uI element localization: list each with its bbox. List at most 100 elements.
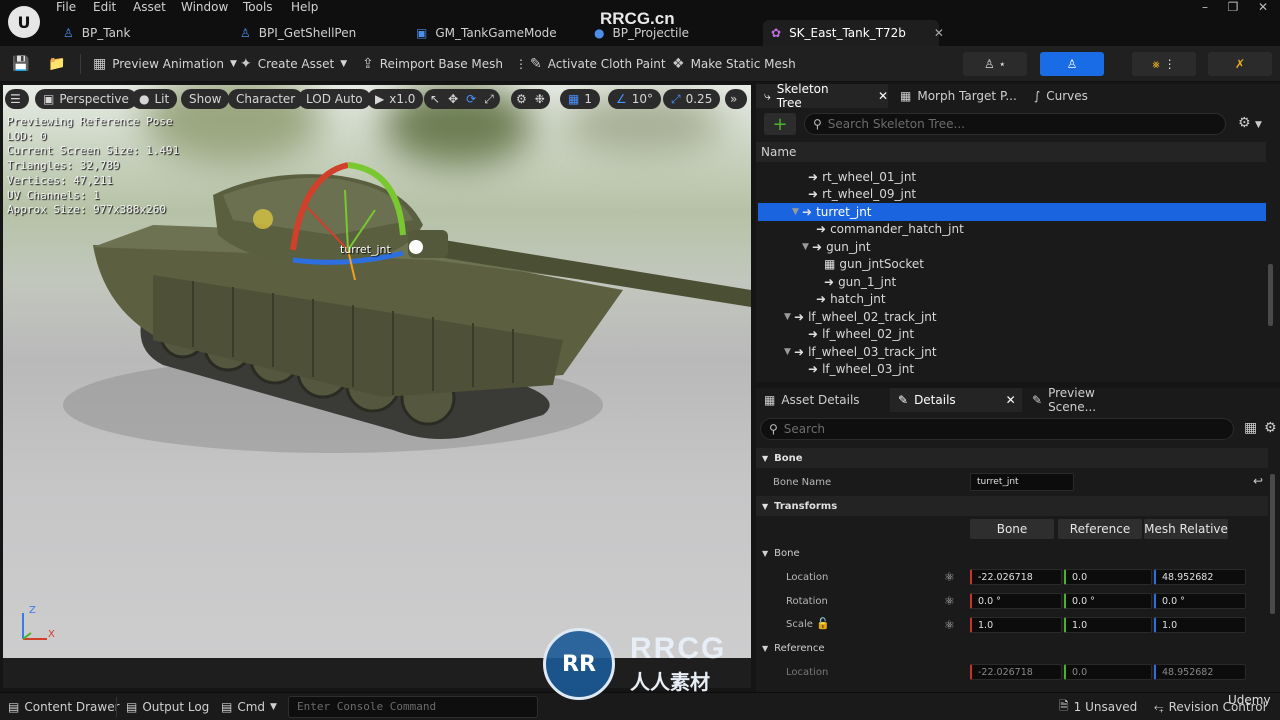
transform-space-icon[interactable]: ⚛ bbox=[944, 594, 955, 608]
tab-skeleton-tree[interactable]: ⤷ Skeleton Tree ✕ bbox=[756, 82, 888, 110]
details-search-input[interactable]: ⚲ Search bbox=[760, 418, 1234, 440]
grid-snap-button[interactable]: ▦ 1 bbox=[560, 89, 600, 109]
camera-speed-icon[interactable]: ⚙ bbox=[516, 92, 527, 106]
bone-name-field[interactable]: turret_jnt bbox=[970, 473, 1074, 491]
scale-x-field[interactable]: 1.0 bbox=[970, 617, 1062, 633]
expand-arrow-icon[interactable]: ▼ bbox=[802, 242, 812, 252]
character-button[interactable]: Character bbox=[228, 89, 304, 109]
scrollbar[interactable] bbox=[1270, 474, 1275, 614]
preview-viewport[interactable]: turret_jnt ☰ ▣ Perspective ● Lit Show Char… bbox=[3, 85, 751, 658]
save-icon[interactable]: 💾 bbox=[12, 53, 29, 75]
tree-row[interactable]: ➜ hatch_jnt bbox=[758, 291, 1266, 309]
settings-gear-icon[interactable]: ⚙ bbox=[1264, 420, 1277, 436]
rotation-y-field[interactable]: 0.0 ° bbox=[1064, 593, 1152, 609]
tab-asset-details[interactable]: ▦ Asset Details bbox=[756, 388, 886, 412]
coordinate-space-icon[interactable]: ❉ bbox=[535, 92, 545, 106]
maximize-icon[interactable]: ❐ bbox=[1218, 0, 1248, 16]
activate-cloth-paint-button[interactable]: ✎ Activate Cloth Paint bbox=[530, 53, 666, 75]
reimport-base-mesh-button[interactable]: ⇪ Reimport Base Mesh ⋮ bbox=[362, 53, 527, 75]
subcategory-reference[interactable]: ▼ Reference bbox=[756, 638, 1268, 658]
skeleton-mode-button[interactable]: ♙ ⋆ bbox=[963, 52, 1027, 76]
scale-y-field[interactable]: 1.0 bbox=[1064, 617, 1152, 633]
scale-icon[interactable]: ⤢ bbox=[484, 92, 494, 107]
column-header-name[interactable]: Name bbox=[756, 142, 1266, 162]
make-static-mesh-button[interactable]: ❖ Make Static Mesh bbox=[672, 53, 796, 75]
settings-mode-button[interactable]: ✗ bbox=[1208, 52, 1272, 76]
play-rate-button[interactable]: ▶ x1.0 bbox=[367, 89, 424, 109]
cmd-button[interactable]: ▤ Cmd ▼ bbox=[221, 698, 277, 716]
output-log-button[interactable]: ▤ Output Log bbox=[126, 698, 209, 716]
menu-edit[interactable]: Edit bbox=[93, 0, 116, 16]
lock-icon[interactable]: 🔓 bbox=[816, 617, 830, 630]
viewport-menu-button[interactable]: ☰ bbox=[5, 89, 29, 109]
lit-button[interactable]: ● Lit bbox=[131, 89, 178, 109]
rotate-icon[interactable]: ⟳ bbox=[466, 92, 476, 106]
expand-arrow-icon[interactable]: ▼ bbox=[784, 312, 794, 322]
tab-preview-scene[interactable]: ✎ Preview Scene... bbox=[1024, 386, 1144, 414]
tree-row[interactable]: ▦ gun_jntSocket bbox=[758, 256, 1266, 274]
tree-row[interactable]: ➜ rt_wheel_09_jnt bbox=[758, 186, 1266, 204]
select-icon[interactable]: ↖ bbox=[430, 92, 440, 106]
space-reference-button[interactable]: Reference bbox=[1058, 519, 1142, 539]
menu-window[interactable]: Window bbox=[181, 0, 228, 16]
tree-row[interactable]: ▼ ➜ lf_wheel_02_track_jnt bbox=[758, 308, 1266, 326]
add-socket-button[interactable]: + bbox=[764, 113, 796, 135]
menu-help[interactable]: Help bbox=[291, 0, 318, 16]
unreal-logo-icon[interactable]: U bbox=[8, 6, 40, 38]
tree-row-selected[interactable]: ▼ ➜ turret_jnt bbox=[758, 203, 1266, 221]
tree-row[interactable]: ▼ ➜ gun_jnt bbox=[758, 238, 1266, 256]
close-icon[interactable]: ✕ bbox=[1006, 393, 1016, 407]
tab-gm-tankgamemode[interactable]: ▣ GM_TankGameMode bbox=[408, 20, 578, 46]
close-window-icon[interactable]: ✕ bbox=[1248, 0, 1278, 16]
close-icon[interactable]: ✕ bbox=[934, 26, 944, 40]
rotation-x-field[interactable]: 0.0 ° bbox=[970, 593, 1062, 609]
expand-arrow-icon[interactable]: ▼ bbox=[792, 207, 802, 217]
property-matrix-icon[interactable]: ▦ bbox=[1244, 420, 1257, 436]
location-x-field[interactable]: -22.026718 bbox=[970, 569, 1062, 585]
subcategory-bone[interactable]: ▼ Bone bbox=[756, 543, 1268, 563]
category-bone[interactable]: ▼ Bone bbox=[756, 448, 1268, 468]
menu-tools[interactable]: Tools bbox=[243, 0, 273, 16]
console-input[interactable]: Enter Console Command bbox=[288, 696, 538, 718]
minimize-icon[interactable]: – bbox=[1190, 0, 1220, 16]
category-transforms[interactable]: ▼ Transforms bbox=[756, 496, 1268, 516]
rotation-z-field[interactable]: 0.0 ° bbox=[1154, 593, 1246, 609]
location-y-field[interactable]: 0.0 bbox=[1064, 569, 1152, 585]
transform-space-icon[interactable]: ⚛ bbox=[944, 618, 955, 632]
more-options-icon[interactable]: ⋮ bbox=[515, 57, 527, 71]
tab-details[interactable]: ✎ Details ✕ bbox=[890, 388, 1022, 412]
close-icon[interactable]: ✕ bbox=[878, 89, 888, 103]
menu-file[interactable]: File bbox=[56, 0, 76, 16]
tab-curves[interactable]: ∫ Curves bbox=[1026, 84, 1126, 108]
tree-row[interactable]: ➜ lf_wheel_03_jnt bbox=[758, 361, 1266, 379]
expand-arrow-icon[interactable]: ▼ bbox=[784, 347, 794, 357]
tree-row[interactable]: ➜ commander_hatch_jnt bbox=[758, 221, 1266, 239]
space-bone-button[interactable]: Bone bbox=[970, 519, 1054, 539]
show-button[interactable]: Show bbox=[181, 89, 230, 109]
mesh-mode-button[interactable]: ♙ bbox=[1040, 52, 1104, 76]
tree-row[interactable]: ➜ lf_wheel_02_jnt bbox=[758, 326, 1266, 344]
location-z-field[interactable]: 48.952682 bbox=[1154, 569, 1246, 585]
space-mesh-relative-button[interactable]: Mesh Relative bbox=[1144, 519, 1228, 539]
unsaved-button[interactable]: 🗎 1 Unsaved bbox=[1059, 698, 1137, 716]
tab-morph-target[interactable]: ▦ Morph Target P... bbox=[892, 84, 1022, 108]
preview-animation-button[interactable]: ▦ Preview Animation ▼ bbox=[93, 53, 237, 75]
settings-gear-icon[interactable]: ⚙ ▼ bbox=[1238, 115, 1262, 131]
menu-asset[interactable]: Asset bbox=[133, 0, 166, 16]
transform-space-icon[interactable]: ⚛ bbox=[944, 570, 955, 584]
content-drawer-button[interactable]: ▤ Content Drawer bbox=[8, 698, 120, 716]
tab-bpi-getshellpen[interactable]: ♙ BPI_GetShellPen bbox=[232, 20, 402, 46]
tree-row[interactable]: ➜ gun_1_jnt bbox=[758, 273, 1266, 291]
browse-icon[interactable]: 📁 bbox=[48, 53, 65, 75]
move-icon[interactable]: ✥ bbox=[448, 92, 458, 106]
lod-button[interactable]: LOD Auto bbox=[298, 89, 371, 109]
viewport-expand-button[interactable]: » bbox=[725, 89, 747, 109]
scale-snap-button[interactable]: ⤢ 0.25 bbox=[663, 89, 721, 109]
tree-row[interactable]: ➜ rt_wheel_01_jnt bbox=[758, 168, 1266, 186]
create-asset-button[interactable]: ✦ Create Asset ▼ bbox=[240, 53, 347, 75]
tab-bp-tank[interactable]: ♙ BP_Tank bbox=[55, 20, 225, 46]
reset-arrow-icon[interactable]: ↩ bbox=[1253, 474, 1263, 488]
tree-row[interactable]: ▼ ➜ lf_wheel_03_track_jnt bbox=[758, 343, 1266, 361]
perspective-button[interactable]: ▣ Perspective bbox=[35, 89, 137, 109]
tab-sk-east-tank[interactable]: ✿ SK_East_Tank_T72b ✕ bbox=[763, 20, 944, 46]
